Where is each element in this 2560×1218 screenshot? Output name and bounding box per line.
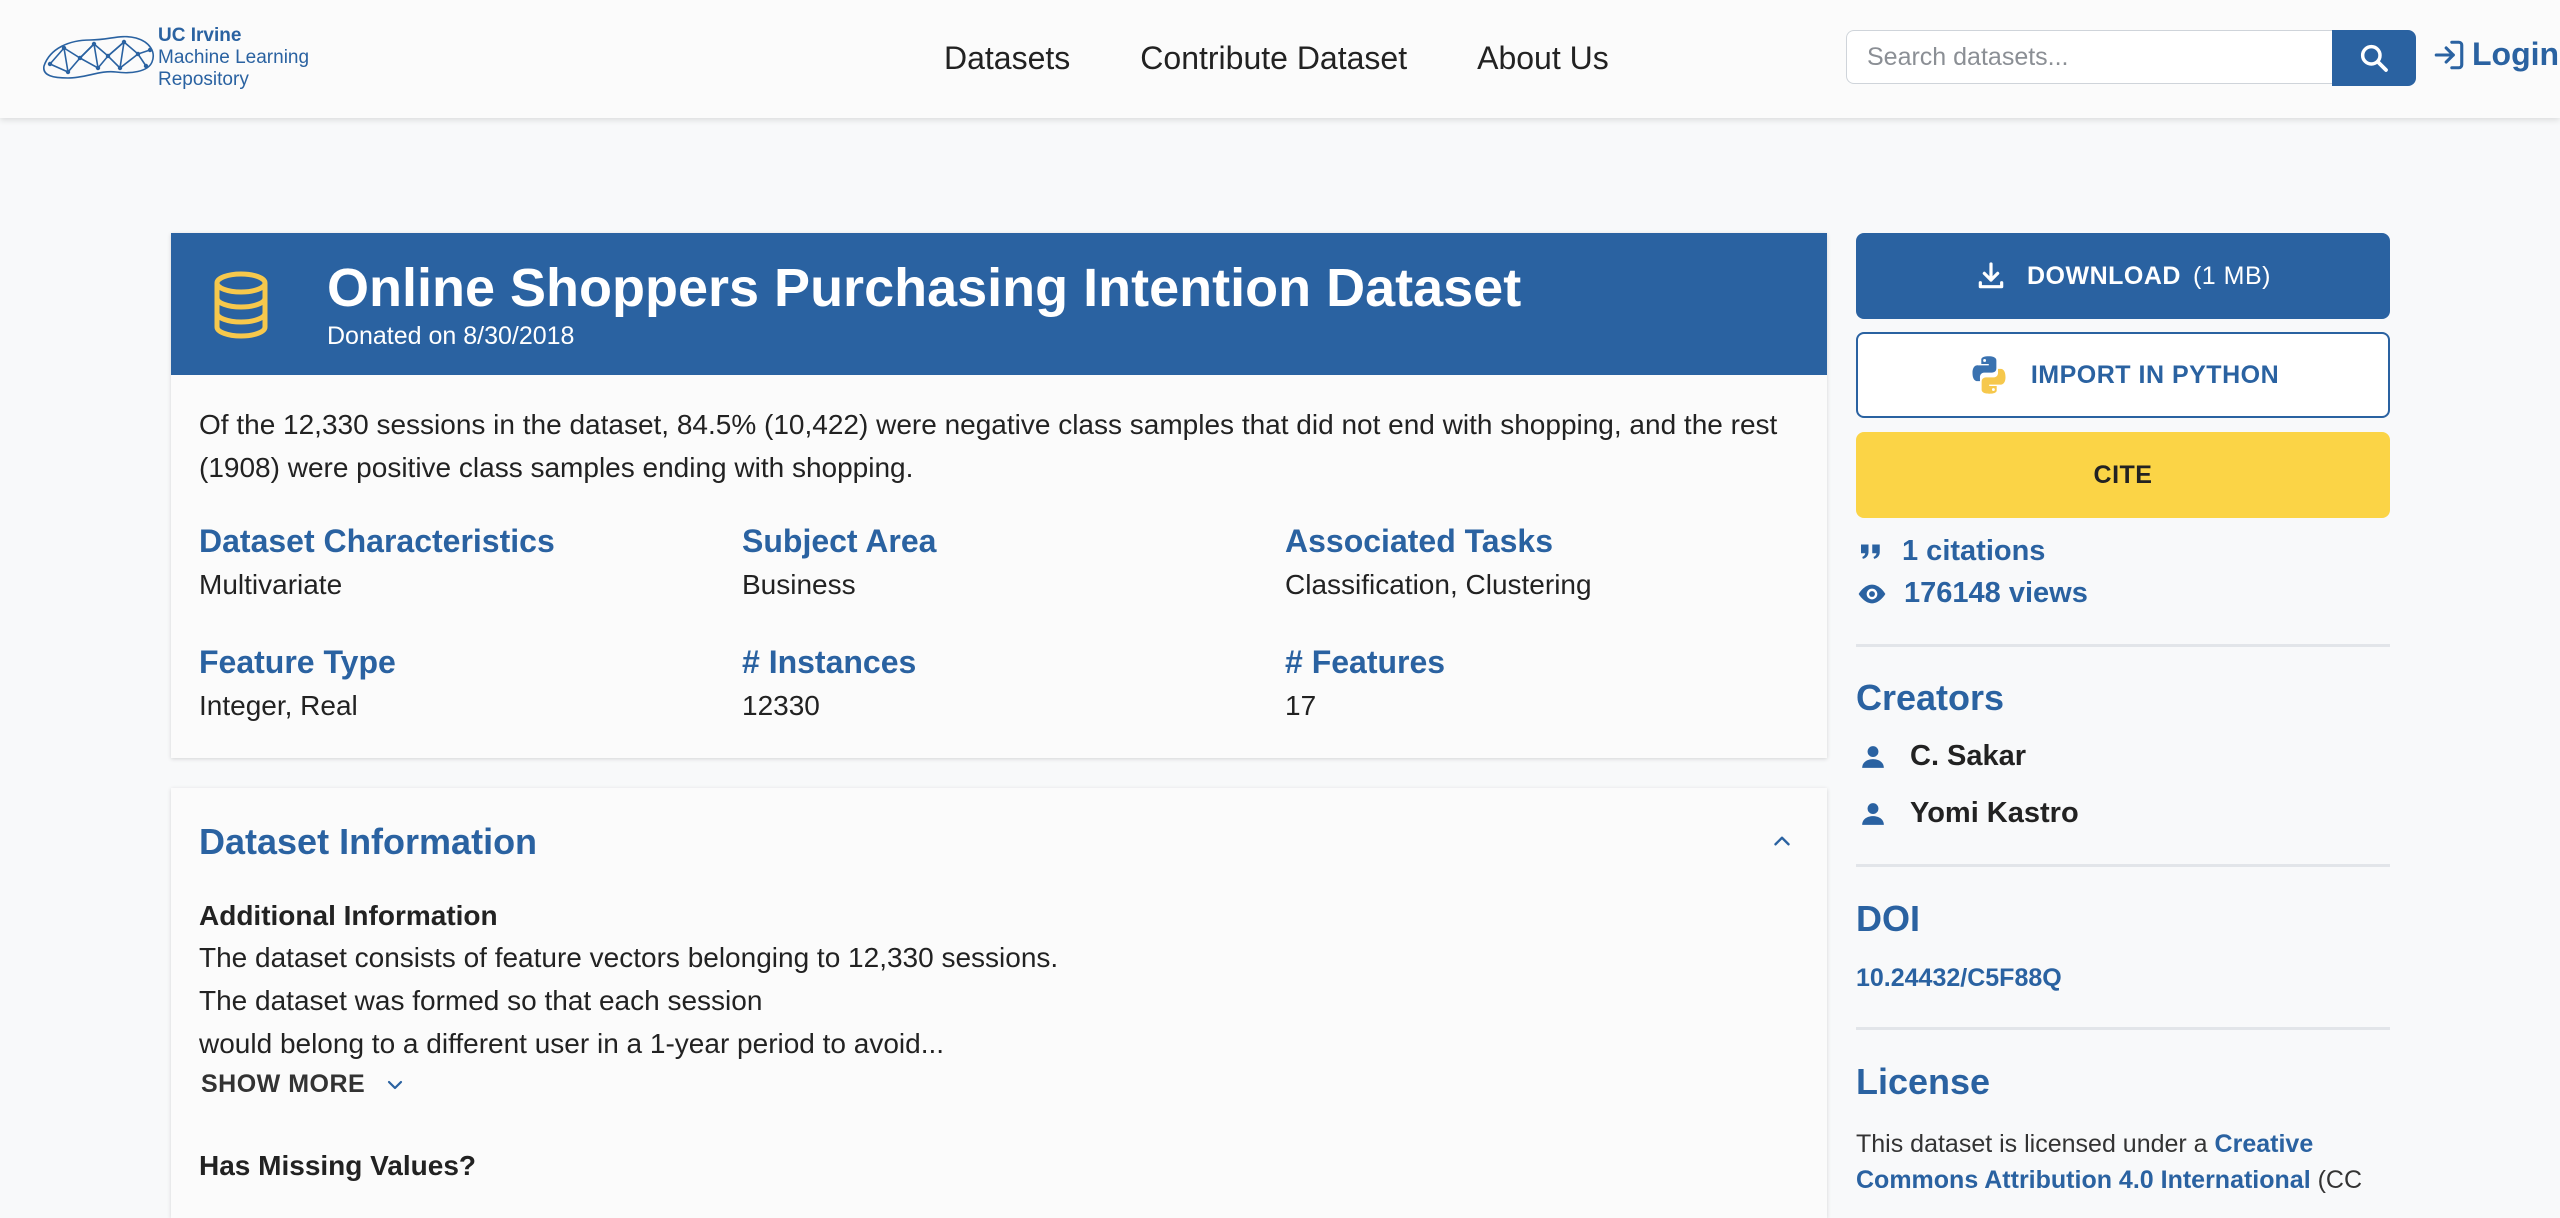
license-suffix: (CC xyxy=(2310,1166,2363,1194)
creator-item: Yomi Kastro xyxy=(1856,797,2079,830)
main-nav: Datasets Contribute Dataset About Us xyxy=(944,36,1609,80)
additional-info-line: The dataset consists of feature vectors … xyxy=(199,942,1059,973)
characteristic-value: Business xyxy=(742,569,856,600)
dataset-summary-card: Online Shoppers Purchasing Intention Dat… xyxy=(171,233,1827,758)
doi-heading: DOI xyxy=(1856,898,1921,939)
citations-count: 1 citations xyxy=(1902,535,2046,567)
database-icon xyxy=(214,271,268,339)
creator-item: C. Sakar xyxy=(1856,740,2026,773)
quote-icon xyxy=(1861,544,1880,559)
logo-line-1: UC Irvine xyxy=(158,25,242,46)
views-count: 176148 views xyxy=(1904,577,2088,609)
chevron-down-icon xyxy=(388,1080,403,1089)
characteristic-features: # Features 17 xyxy=(1285,640,1805,726)
additional-info-line: The dataset was formed so that each sess… xyxy=(199,985,763,1016)
doi-link[interactable]: 10.24432/C5F88Q xyxy=(1856,964,2062,993)
import-in-python-button[interactable]: IMPORT IN PYTHON xyxy=(1856,332,2390,418)
creators-heading: Creators xyxy=(1856,677,2005,718)
login-link[interactable]: Login xyxy=(2432,36,2559,73)
dataset-title: Online Shoppers Purchasing Intention Dat… xyxy=(327,258,1522,318)
nav-about-us[interactable]: About Us xyxy=(1477,36,1609,80)
characteristic-value: Multivariate xyxy=(199,569,343,600)
additional-info-line: would belong to a different user in a 1-… xyxy=(199,1028,945,1059)
nav-contribute-dataset[interactable]: Contribute Dataset xyxy=(1140,36,1407,80)
characteristic-label: Feature Type xyxy=(199,644,396,680)
download-size: (1 MB) xyxy=(2192,261,2271,290)
characteristic-value: Classification, Clustering xyxy=(1285,569,1592,600)
import-python-label: IMPORT IN PYTHON xyxy=(2030,360,2280,389)
top-navbar: UC Irvine Machine Learning Repository Da… xyxy=(0,0,2560,118)
characteristic-subject-area: Subject Area Business xyxy=(742,519,1262,605)
missing-values-heading: Has Missing Values? xyxy=(199,1150,476,1181)
download-button[interactable]: DOWNLOAD (1 MB) xyxy=(1856,233,2390,319)
creator-name: Yomi Kastro xyxy=(1910,797,2079,829)
characteristic-associated-tasks: Associated Tasks Classification, Cluster… xyxy=(1285,519,1805,605)
show-more-label: SHOW MORE xyxy=(201,1070,366,1098)
logo-text: UC Irvine Machine Learning Repository xyxy=(158,25,309,91)
license-heading: License xyxy=(1856,1061,1991,1102)
sidebar-divider xyxy=(1856,644,2390,647)
license-prefix: This dataset is licensed under a xyxy=(1856,1130,2215,1158)
characteristic-feature-type: Feature Type Integer, Real xyxy=(199,640,719,726)
characteristic-value: Integer, Real xyxy=(199,690,358,721)
search-input[interactable] xyxy=(1846,30,2332,84)
download-icon xyxy=(1978,262,2004,289)
creator-name: C. Sakar xyxy=(1910,740,2027,772)
eye-icon xyxy=(1858,584,1886,603)
donated-date: Donated on 8/30/2018 xyxy=(327,322,575,350)
person-icon xyxy=(1862,745,1884,768)
citations-link[interactable]: 1 citations xyxy=(1856,535,2045,568)
show-more-button[interactable]: SHOW MORE xyxy=(201,1070,407,1099)
sidebar-divider xyxy=(1856,864,2390,867)
network-logo-icon xyxy=(43,35,154,79)
login-icon xyxy=(2434,40,2464,69)
characteristic-label: # Instances xyxy=(742,644,917,680)
sidebar-divider xyxy=(1856,1027,2390,1030)
license-text: This dataset is licensed under a Creativ… xyxy=(1856,1126,2396,1198)
download-label: DOWNLOAD xyxy=(2027,261,2181,290)
characteristic-value: 12330 xyxy=(742,690,820,721)
person-icon xyxy=(1862,802,1884,825)
dataset-information-card: Dataset Information Additional Informati… xyxy=(171,788,1827,1218)
characteristic-label: Associated Tasks xyxy=(1285,523,1553,559)
cite-button[interactable]: CITE xyxy=(1856,432,2390,518)
search-bar xyxy=(1846,30,2416,86)
search-button[interactable] xyxy=(2332,30,2416,86)
logo-line-3: Repository xyxy=(158,69,249,90)
python-icon xyxy=(1972,356,2006,394)
dataset-summary-text: Of the 12,330 sessions in the dataset, 8… xyxy=(199,409,1778,483)
characteristic-value: 17 xyxy=(1285,690,1317,721)
characteristic-dataset-characteristics: Dataset Characteristics Multivariate xyxy=(199,519,719,605)
characteristic-instances: # Instances 12330 xyxy=(742,640,1262,726)
logo-line-2: Machine Learning xyxy=(158,47,310,68)
characteristic-label: # Features xyxy=(1285,644,1446,680)
login-label: Login xyxy=(2472,36,2560,72)
additional-information-heading: Additional Information xyxy=(199,900,498,931)
cite-label: CITE xyxy=(2093,460,2153,489)
characteristic-label: Dataset Characteristics xyxy=(199,523,555,559)
views-stat: 176148 views xyxy=(1856,577,2088,610)
search-icon xyxy=(2360,44,2388,72)
dataset-title-bar: Online Shoppers Purchasing Intention Dat… xyxy=(171,233,1827,375)
chevron-up-icon[interactable] xyxy=(1769,828,1795,854)
nav-datasets[interactable]: Datasets xyxy=(944,36,1070,80)
uci-logo[interactable]: UC Irvine Machine Learning Repository xyxy=(40,22,340,94)
dataset-information-title: Dataset Information xyxy=(199,821,538,862)
characteristic-label: Subject Area xyxy=(742,523,937,559)
